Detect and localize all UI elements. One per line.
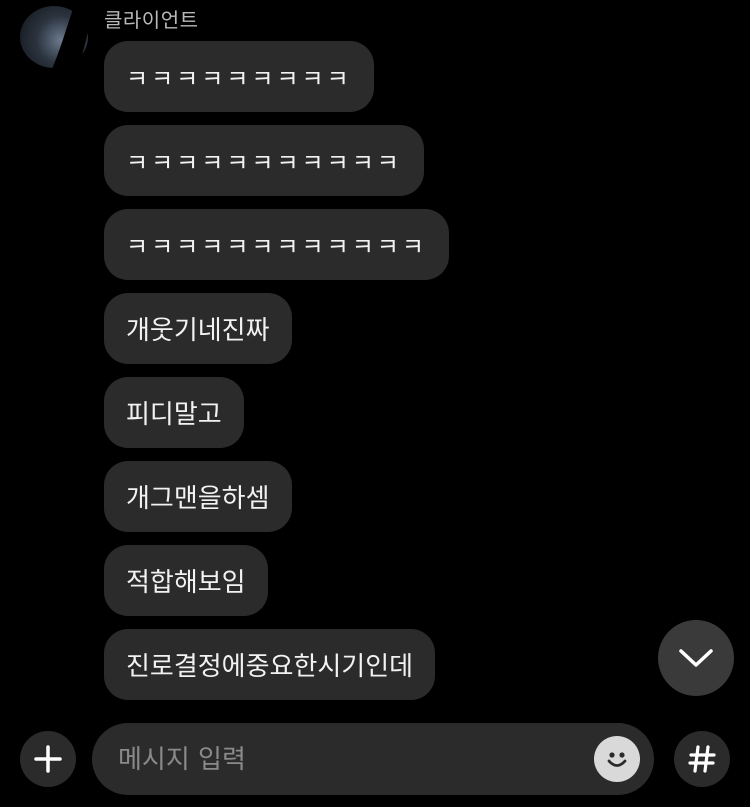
sender-name: 클라이언트: [104, 8, 199, 32]
add-attachment-button[interactable]: [20, 731, 76, 787]
smiley-icon: [607, 752, 627, 767]
message-bubble[interactable]: ㅋㅋㅋㅋㅋㅋㅋㅋㅋㅋㅋㅋ: [104, 209, 449, 280]
message-input[interactable]: [116, 723, 580, 797]
scroll-to-bottom-button[interactable]: [658, 620, 734, 696]
message-bubble[interactable]: 진로결정에중요한시기인데: [104, 629, 436, 700]
chevron-down-icon: [679, 649, 713, 667]
hashtag-button[interactable]: [674, 731, 730, 787]
plus-icon: [34, 745, 62, 773]
message-bubble[interactable]: ㅋㅋㅋㅋㅋㅋㅋㅋㅋㅋㅋ: [104, 125, 424, 196]
redaction-mark: [14, 0, 94, 150]
message-input-container[interactable]: [92, 723, 654, 797]
emoji-button[interactable]: [594, 736, 640, 782]
message-bubble[interactable]: 적합해보임: [104, 545, 268, 616]
message-bubble[interactable]: 피디말고: [104, 377, 244, 448]
message-bubble[interactable]: 개웃기네진짜: [104, 293, 292, 364]
message-bubble[interactable]: 개그맨을하셈: [104, 461, 292, 532]
message-bubble[interactable]: ㅋㅋㅋㅋㅋㅋㅋㅋㅋ: [104, 41, 374, 112]
hash-icon: [688, 745, 716, 773]
